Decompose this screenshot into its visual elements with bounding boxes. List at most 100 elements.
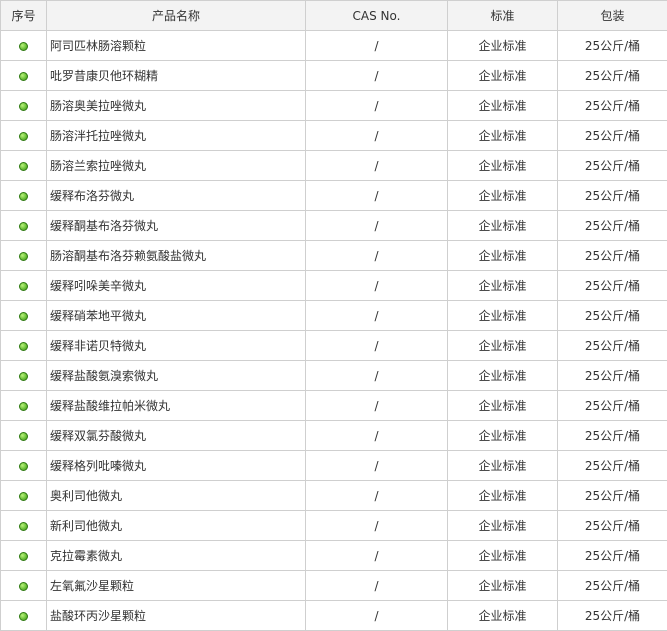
row-marker-cell [0,360,47,391]
row-marker-cell [0,300,47,331]
row-marker-cell [0,150,47,181]
table-row: 肠溶酮基布洛芬赖氨酸盐微丸 / 企业标准 25公斤/桶 [0,240,667,271]
green-dot-icon [19,41,28,51]
cas-no-cell: / [305,60,448,91]
standard-cell: 企业标准 [447,390,558,421]
package-cell: 25公斤/桶 [557,570,667,601]
cas-no-cell: / [305,480,448,511]
standard-cell: 企业标准 [447,540,558,571]
package-cell: 25公斤/桶 [557,150,667,181]
product-name-cell: 缓释吲哚美辛微丸 [46,270,306,301]
product-name-cell: 缓释非诺贝特微丸 [46,330,306,361]
green-dot-icon [19,431,28,441]
green-dot-icon [19,221,28,231]
table-row: 阿司匹林肠溶颗粒 / 企业标准 25公斤/桶 [0,30,667,61]
row-marker-cell [0,420,47,451]
package-cell: 25公斤/桶 [557,270,667,301]
cas-no-cell: / [305,90,448,121]
header-standard: 标准 [447,0,558,31]
cas-no-cell: / [305,360,448,391]
product-name-cell: 肠溶兰索拉唑微丸 [46,150,306,181]
product-name-cell: 缓释硝苯地平微丸 [46,300,306,331]
product-table: 序号 产品名称 CAS No. 标准 包装 阿司匹林肠溶颗粒 / 企业标准 25公斤/… [0,0,667,631]
package-cell: 25公斤/桶 [557,420,667,451]
cas-no-cell: / [305,510,448,541]
green-dot-icon [19,131,28,141]
standard-cell: 企业标准 [447,180,558,211]
green-dot-icon [19,251,28,261]
product-name-cell: 克拉霉素微丸 [46,540,306,571]
standard-cell: 企业标准 [447,450,558,481]
row-marker-cell [0,240,47,271]
green-dot-icon [19,341,28,351]
package-cell: 25公斤/桶 [557,60,667,91]
package-cell: 25公斤/桶 [557,180,667,211]
row-marker-cell [0,90,47,121]
header-product-name: 产品名称 [46,0,306,31]
product-name-cell: 缓释布洛芬微丸 [46,180,306,211]
product-name-cell: 缓释格列吡嗪微丸 [46,450,306,481]
package-cell: 25公斤/桶 [557,600,667,631]
table-body: 阿司匹林肠溶颗粒 / 企业标准 25公斤/桶 吡罗昔康贝他环糊精 / 企业标准 25公斤/桶肠… [0,30,667,631]
cas-no-cell: / [305,30,448,61]
package-cell: 25公斤/桶 [557,480,667,511]
standard-cell: 企业标准 [447,150,558,181]
table-row: 肠溶兰索拉唑微丸 / 企业标准 25公斤/桶 [0,150,667,181]
product-name-cell: 肠溶奥美拉唑微丸 [46,90,306,121]
green-dot-icon [19,581,28,591]
row-marker-cell [0,330,47,361]
cas-no-cell: / [305,600,448,631]
product-name-cell: 缓释酮基布洛芬微丸 [46,210,306,241]
standard-cell: 企业标准 [447,90,558,121]
row-marker-cell [0,510,47,541]
green-dot-icon [19,281,28,291]
table-row: 缓释吲哚美辛微丸 / 企业标准 25公斤/桶 [0,270,667,301]
product-name-cell: 肠溶酮基布洛芬赖氨酸盐微丸 [46,240,306,271]
header-index: 序号 [0,0,47,31]
package-cell: 25公斤/桶 [557,120,667,151]
product-name-cell: 新利司他微丸 [46,510,306,541]
standard-cell: 企业标准 [447,120,558,151]
table-row: 左氧氟沙星颗粒 / 企业标准 25公斤/桶 [0,570,667,601]
table-row: 缓释布洛芬微丸 / 企业标准 25公斤/桶 [0,180,667,211]
cas-no-cell: / [305,240,448,271]
row-marker-cell [0,210,47,241]
green-dot-icon [19,371,28,381]
table-header-row: 序号 产品名称 CAS No. 标准 包装 [0,0,667,31]
product-name-cell: 缓释双氯芬酸微丸 [46,420,306,451]
row-marker-cell [0,270,47,301]
standard-cell: 企业标准 [447,510,558,541]
green-dot-icon [19,161,28,171]
product-name-cell: 缓释盐酸氨溴索微丸 [46,360,306,391]
table-row: 吡罗昔康贝他环糊精 / 企业标准 25公斤/桶 [0,60,667,91]
cas-no-cell: / [305,180,448,211]
cas-no-cell: / [305,270,448,301]
row-marker-cell [0,570,47,601]
row-marker-cell [0,540,47,571]
standard-cell: 企业标准 [447,300,558,331]
cas-no-cell: / [305,420,448,451]
standard-cell: 企业标准 [447,60,558,91]
table-row: 肠溶奥美拉唑微丸 / 企业标准 25公斤/桶 [0,90,667,121]
green-dot-icon [19,611,28,621]
package-cell: 25公斤/桶 [557,450,667,481]
product-name-cell: 盐酸环丙沙星颗粒 [46,600,306,631]
standard-cell: 企业标准 [447,270,558,301]
row-marker-cell [0,450,47,481]
cas-no-cell: / [305,330,448,361]
cas-no-cell: / [305,210,448,241]
product-name-cell: 缓释盐酸维拉帕米微丸 [46,390,306,421]
green-dot-icon [19,71,28,81]
green-dot-icon [19,521,28,531]
row-marker-cell [0,390,47,421]
package-cell: 25公斤/桶 [557,540,667,571]
standard-cell: 企业标准 [447,570,558,601]
cas-no-cell: / [305,570,448,601]
table-row: 缓释格列吡嗪微丸 / 企业标准 25公斤/桶 [0,450,667,481]
cas-no-cell: / [305,300,448,331]
green-dot-icon [19,101,28,111]
green-dot-icon [19,491,28,501]
header-cas-no: CAS No. [305,0,448,31]
header-package: 包装 [557,0,667,31]
green-dot-icon [19,191,28,201]
